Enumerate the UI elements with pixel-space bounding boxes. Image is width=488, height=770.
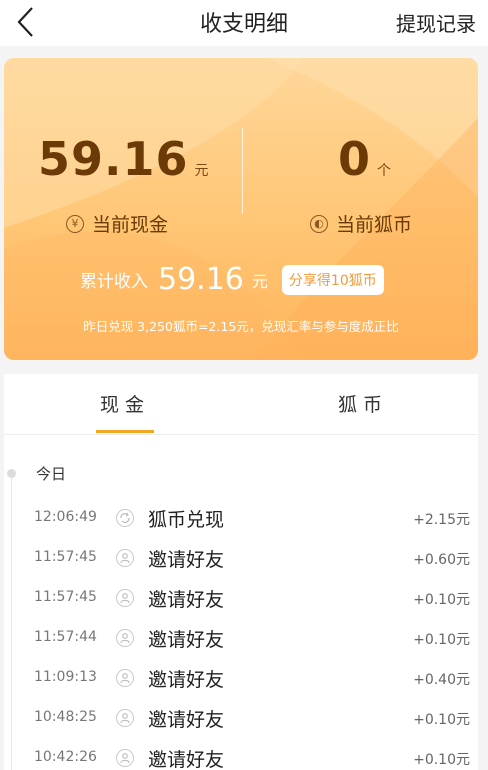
cash-balance: 59.16 元 (38, 132, 209, 186)
item-time: 11:57:45 (34, 549, 97, 565)
cash-label: 当前现金 (92, 214, 169, 236)
item-amount: +0.10元 (413, 592, 470, 608)
top-nav-bar: 收支明细 提现记录 (0, 0, 488, 46)
exchange-note: 昨日兑现 3,250狐币=2.15元，兑现汇率与参与度成正比 (83, 319, 399, 334)
cash-label-row: ¥ 当前现金 (66, 210, 168, 237)
tab-fox-coin[interactable]: 狐币 (338, 390, 388, 417)
day-header: 今日 (36, 465, 67, 483)
total-income-unit: 元 (251, 271, 268, 291)
item-time: 12:06:49 (34, 509, 97, 525)
user-icon (116, 549, 134, 567)
item-amount: +0.10元 (413, 752, 470, 768)
user-icon (116, 589, 134, 607)
user-icon (116, 669, 134, 687)
coin-label: 当前狐币 (336, 214, 413, 236)
item-amount: +0.60元 (413, 552, 470, 568)
tab-bar: 现金 狐币 (4, 374, 478, 434)
item-time: 11:57:45 (34, 589, 97, 605)
coin-balance: 0个 (338, 132, 391, 186)
stats-divider (242, 128, 243, 214)
item-amount: +2.15元 (413, 512, 470, 528)
user-icon (116, 749, 134, 767)
list-item[interactable]: 10:42:26 邀请好友 +0.10元 (4, 739, 478, 770)
list-item[interactable]: 12:06:49 狐币兑现 +2.15元 (4, 499, 478, 539)
list-item[interactable]: 11:57:45 邀请好友 +0.60元 (4, 539, 478, 579)
item-time: 11:09:13 (34, 669, 97, 685)
item-title: 邀请好友 (148, 589, 225, 611)
item-title: 邀请好友 (148, 709, 225, 731)
item-title: 邀请好友 (148, 629, 225, 651)
item-amount: +0.40元 (413, 672, 470, 688)
user-icon (116, 709, 134, 727)
timeline-dot (7, 469, 16, 478)
item-title: 邀请好友 (148, 549, 225, 571)
user-icon (116, 629, 134, 647)
item-title: 邀请好友 (148, 749, 225, 770)
total-income-label: 累计收入 (80, 272, 148, 292)
card-background-decoration (4, 58, 478, 360)
item-amount: +0.10元 (413, 712, 470, 728)
item-title: 狐币兑现 (148, 509, 225, 531)
fox-coin-icon: ◐ (310, 214, 328, 233)
cash-value: 59.16 (38, 132, 189, 186)
tab-cash[interactable]: 现金 (100, 390, 150, 417)
share-button[interactable]: 分享得10狐币 (281, 264, 384, 295)
item-time: 11:57:44 (34, 629, 97, 645)
list-item[interactable]: 11:09:13 邀请好友 +0.40元 (4, 659, 478, 699)
withdraw-records-link[interactable]: 提现记录 (396, 8, 476, 37)
transaction-list: 今日 12:06:49 狐币兑现 +2.15元 11:57:45 邀请好友 +0… (4, 435, 478, 770)
item-title: 邀请好友 (148, 669, 225, 691)
item-time: 10:48:25 (34, 709, 97, 725)
coin-unit: 个 (377, 163, 392, 179)
item-time: 10:42:26 (34, 749, 97, 765)
total-income-value: 59.16 (158, 262, 244, 297)
coin-value: 0 (338, 132, 372, 186)
balance-summary-card: 59.16 元 ¥ 当前现金 0个 ◐ 当前狐币 累计收入 59.16 元 分享得… (4, 58, 478, 360)
list-item[interactable]: 11:57:45 邀请好友 +0.10元 (4, 579, 478, 619)
coin-label-row: ◐ 当前狐币 (310, 210, 412, 237)
item-amount: +0.10元 (413, 632, 470, 648)
list-item[interactable]: 11:57:44 邀请好友 +0.10元 (4, 619, 478, 659)
yuan-icon: ¥ (66, 214, 84, 233)
exchange-icon (116, 509, 134, 527)
cash-unit: 元 (194, 163, 209, 179)
total-income-row: 累计收入 59.16 元 分享得10狐币 (80, 262, 384, 297)
list-item[interactable]: 10:48:25 邀请好友 +0.10元 (4, 699, 478, 739)
active-tab-indicator (96, 430, 154, 433)
